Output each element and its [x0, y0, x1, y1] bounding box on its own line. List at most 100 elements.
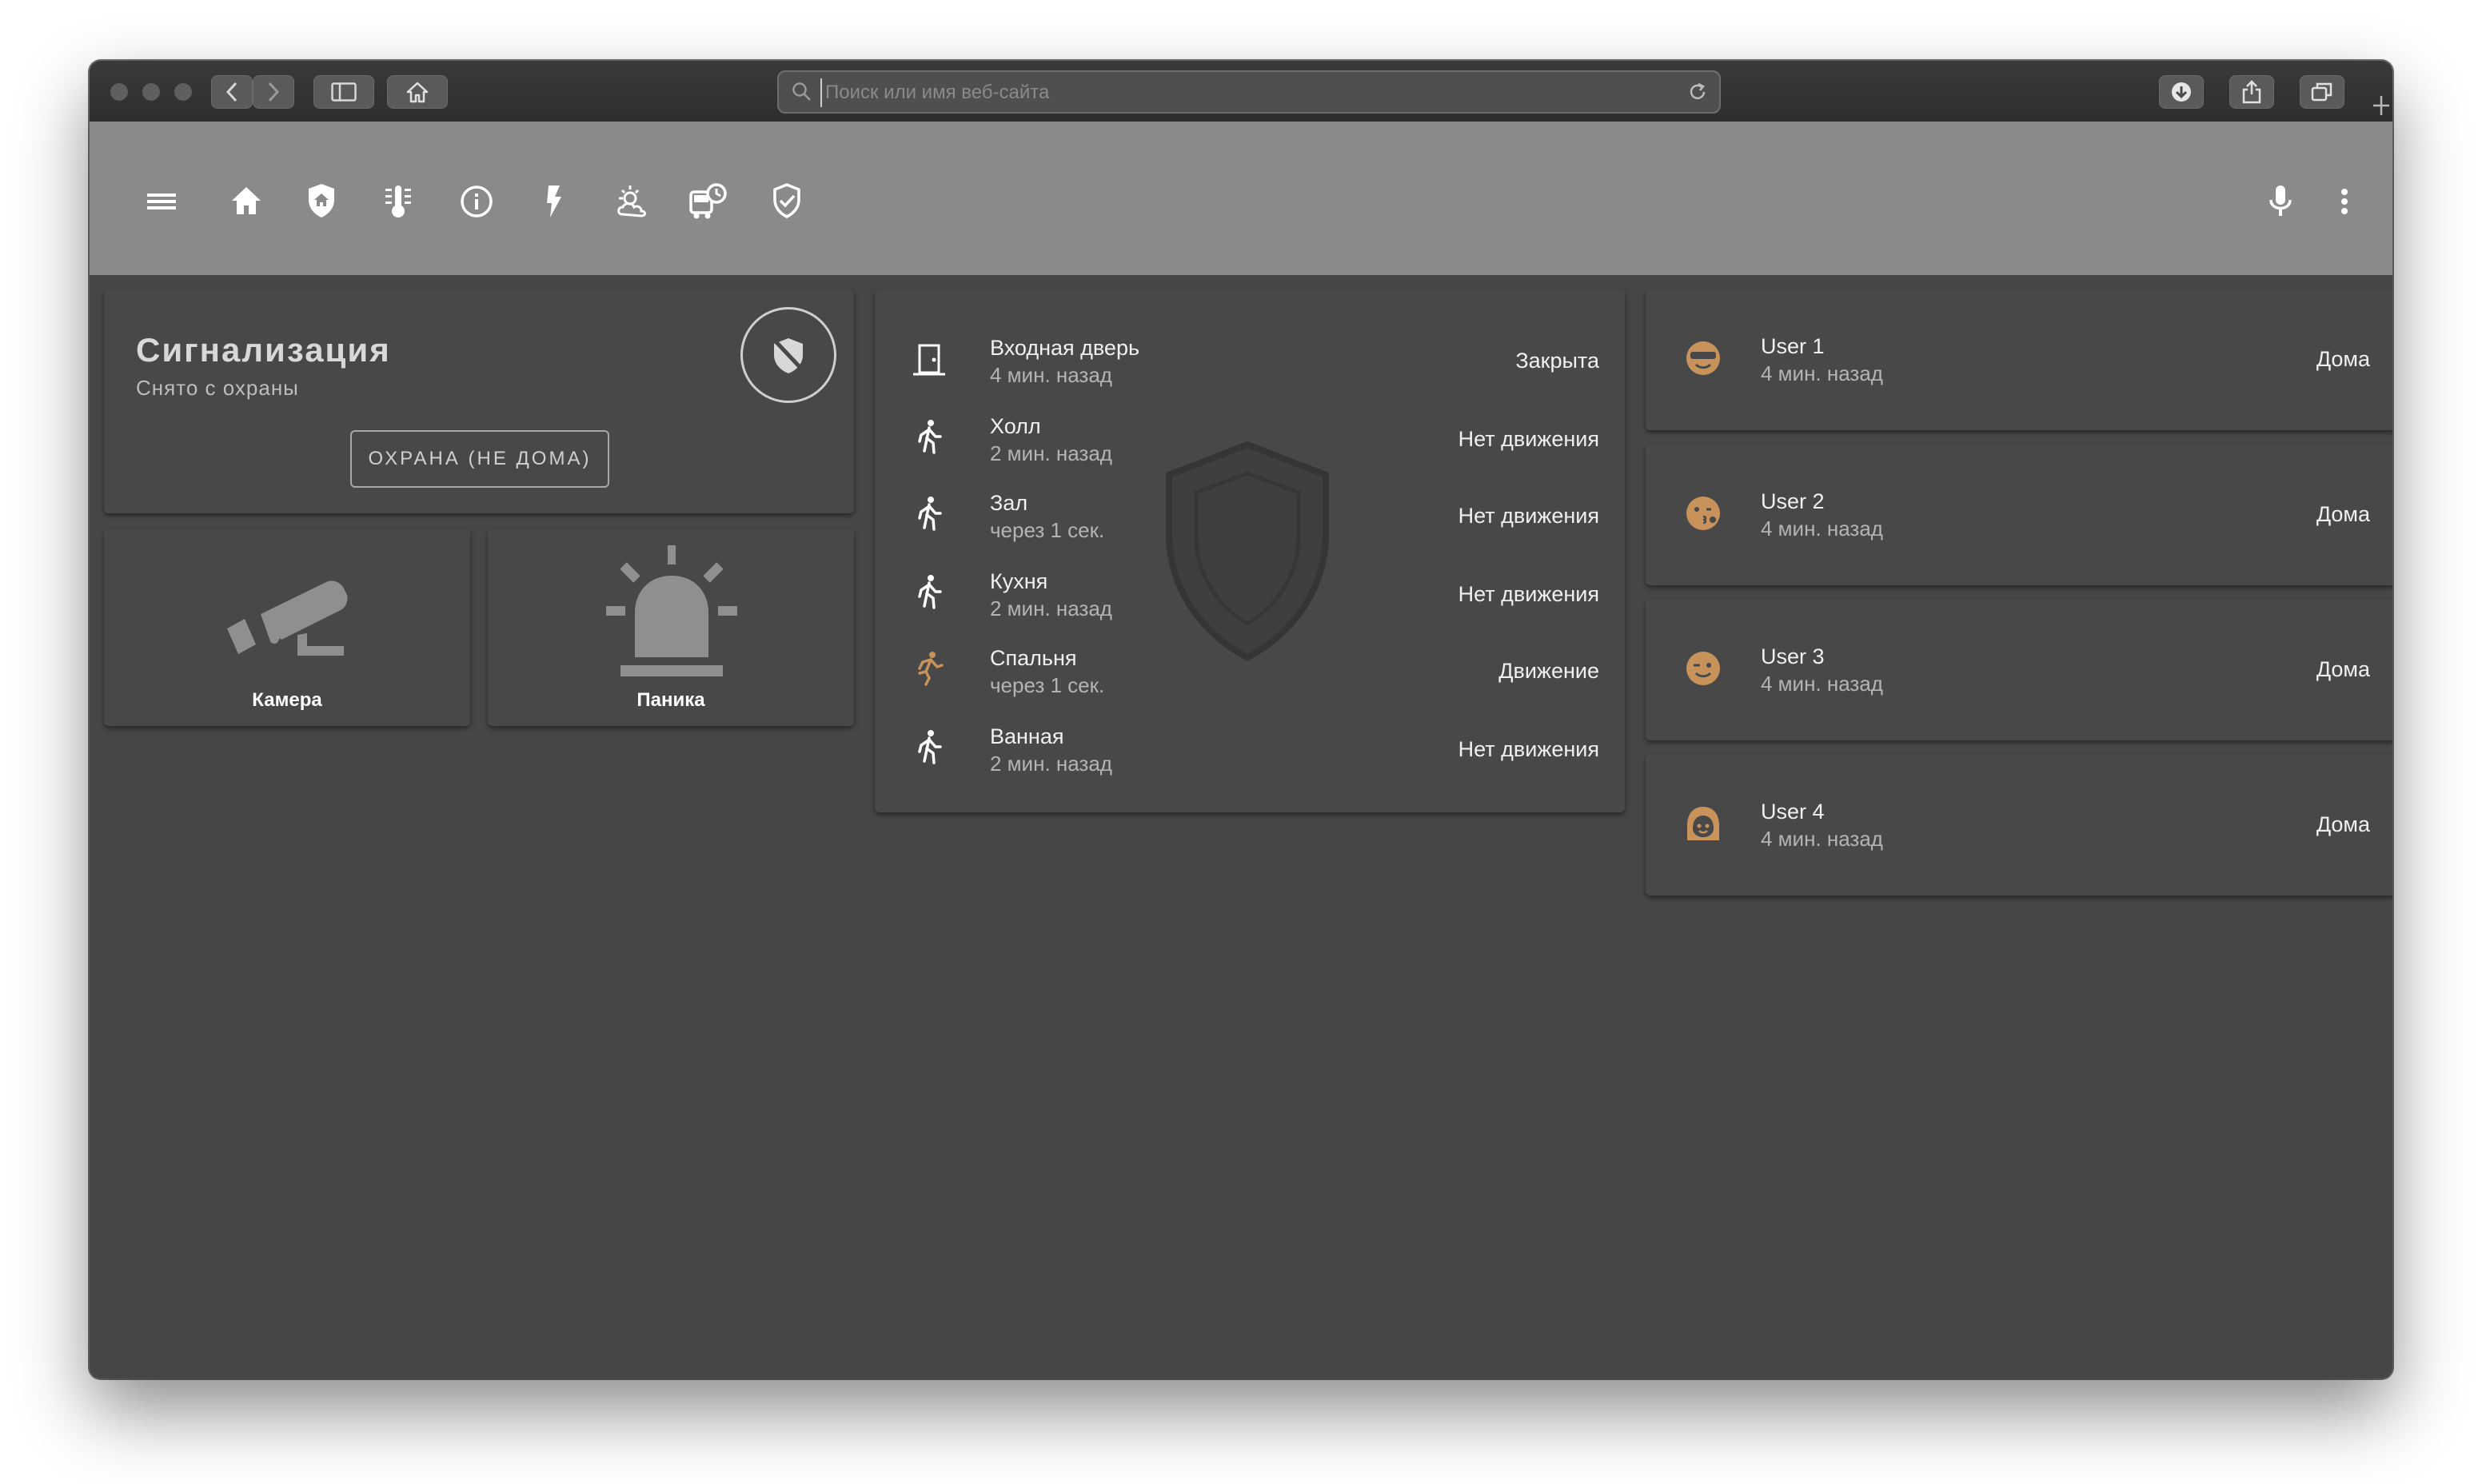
- tab-shield-check[interactable]: [764, 179, 809, 224]
- user-state: Дома: [2316, 657, 2370, 681]
- sensor-state: Нет движения: [1458, 582, 1599, 606]
- sidebar-icon: [331, 82, 357, 102]
- home-button[interactable]: [387, 75, 448, 109]
- user-time: 4 мин. назад: [1761, 827, 1883, 851]
- tab-energy[interactable]: [531, 179, 576, 224]
- sidebar-button[interactable]: [313, 75, 374, 109]
- sensor-time: 4 мин. назад: [990, 363, 1112, 387]
- tab-weather[interactable]: [609, 179, 654, 224]
- tab-transport[interactable]: [686, 179, 731, 224]
- share-icon: [2242, 80, 2261, 104]
- face-woman-icon: [1687, 807, 1719, 840]
- sensor-time: через 1 сек.: [990, 518, 1105, 542]
- sensor-name: Зал: [990, 491, 1028, 515]
- forward-icon: [268, 82, 280, 102]
- sensors-card: Входная дверь 4 мин. назад Закрыта Холл …: [875, 289, 1625, 812]
- new-tab-icon: [2373, 96, 2389, 115]
- sensor-time: 2 мин. назад: [990, 752, 1112, 776]
- alarm-state-badge: [740, 307, 836, 403]
- download-icon: [2172, 82, 2191, 102]
- back-icon: [225, 82, 237, 102]
- sensor-name: Кухня: [990, 569, 1048, 593]
- new-tab-button[interactable]: [2370, 88, 2392, 122]
- weather-icon: [617, 186, 646, 217]
- door-closed-icon: [913, 344, 945, 376]
- minimize-window-button[interactable]: [142, 83, 160, 101]
- tabs-icon: [2311, 82, 2332, 102]
- user-time: 4 мин. назад: [1761, 672, 1883, 696]
- reload-icon[interactable]: [1687, 82, 1708, 102]
- user-card-1[interactable]: User 1 4 мин. назад Дома: [1646, 289, 2392, 430]
- walk-icon: [918, 420, 942, 454]
- sensor-state: Нет движения: [1458, 737, 1599, 761]
- voice-button[interactable]: [2258, 179, 2303, 224]
- security-icon: [309, 184, 334, 217]
- user-state: Дома: [2316, 347, 2370, 371]
- home-icon: [406, 82, 429, 103]
- sensor-time: через 1 сек.: [990, 673, 1105, 697]
- user-name: User 3: [1761, 644, 1825, 668]
- tab-climate[interactable]: [376, 179, 421, 224]
- sensor-state: Нет движения: [1458, 427, 1599, 451]
- energy-icon: [547, 186, 561, 217]
- address-input[interactable]: [820, 78, 1674, 107]
- face-cool-icon: [1686, 341, 1720, 375]
- downloads-button[interactable]: [2159, 75, 2204, 109]
- transport-icon: [689, 183, 727, 219]
- sensor-state: Закрыта: [1515, 349, 1599, 373]
- shield-off-icon: [774, 338, 804, 373]
- overflow-menu-button[interactable]: [2322, 179, 2367, 224]
- alarm-panel-card: Сигнализация Снято с охраны ОХРАНА (НЕ Д…: [104, 289, 854, 513]
- zoom-window-button[interactable]: [174, 83, 192, 101]
- walk-icon: [918, 497, 942, 531]
- app-toolbar: [90, 122, 2392, 296]
- tab-security[interactable]: [299, 179, 344, 224]
- user-card-2[interactable]: User 2 4 мин. назад Дома: [1646, 445, 2392, 585]
- user-name: User 4: [1761, 800, 1825, 824]
- user-time: 4 мин. назад: [1761, 517, 1883, 541]
- microphone-icon: [2269, 186, 2292, 216]
- sensor-time: 2 мин. назад: [990, 596, 1112, 620]
- tab-home[interactable]: [224, 179, 269, 224]
- sensor-name: Спальня: [990, 646, 1077, 670]
- run-icon: [918, 652, 944, 686]
- sensor-time: 2 мин. назад: [990, 441, 1112, 465]
- cctv-icon: [227, 580, 348, 656]
- tab-info[interactable]: [454, 179, 499, 224]
- user-name: User 2: [1761, 489, 1825, 513]
- panic-tile[interactable]: Паника: [488, 529, 854, 726]
- user-state: Дома: [2316, 502, 2370, 526]
- share-button[interactable]: [2229, 75, 2274, 109]
- address-bar[interactable]: [777, 70, 1721, 114]
- sensor-name: Входная дверь: [990, 336, 1140, 360]
- shield-check-icon: [773, 183, 800, 218]
- walk-icon: [918, 730, 942, 764]
- arm-away-button[interactable]: ОХРАНА (НЕ ДОМА): [350, 430, 609, 488]
- forward-button[interactable]: [253, 75, 294, 109]
- browser-toolbar: [90, 61, 2392, 123]
- home-icon: [232, 187, 261, 214]
- tabs-overview-button[interactable]: [2300, 75, 2344, 109]
- back-button[interactable]: [211, 75, 253, 109]
- camera-tile[interactable]: Камера: [104, 529, 470, 726]
- walk-icon: [918, 575, 942, 609]
- shield-watermark-icon: [1166, 441, 1329, 661]
- alarm-light-icon: [606, 545, 737, 676]
- camera-tile-label: Камера: [252, 689, 322, 711]
- user-card-3[interactable]: User 3 4 мин. назад Дома: [1646, 600, 2392, 740]
- menu-button[interactable]: [139, 179, 184, 224]
- alarm-status: Снято с охраны: [136, 376, 299, 400]
- face-kiss-icon: [1686, 497, 1720, 530]
- close-window-button[interactable]: [110, 83, 128, 101]
- face-wink-icon: [1686, 652, 1720, 685]
- browser-window: Сигнализация Снято с охраны ОХРАНА (НЕ Д…: [90, 61, 2392, 1378]
- user-card-4[interactable]: User 4 4 мин. назад Дома: [1646, 755, 2392, 896]
- sensor-state: Нет движения: [1458, 504, 1599, 528]
- panic-tile-label: Паника: [636, 689, 705, 711]
- more-vert-icon: [2341, 189, 2348, 214]
- menu-icon: [147, 193, 176, 209]
- sensor-state: Движение: [1498, 659, 1599, 683]
- climate-icon: [385, 186, 411, 217]
- user-name: User 1: [1761, 334, 1825, 358]
- sensor-name: Ванная: [990, 724, 1064, 748]
